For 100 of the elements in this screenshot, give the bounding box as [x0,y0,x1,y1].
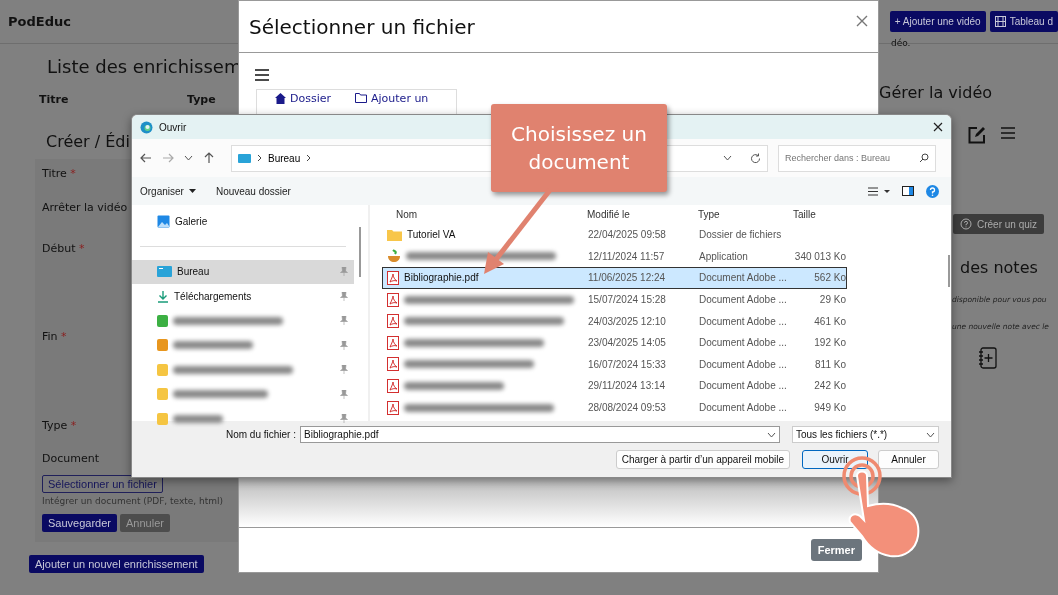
pin-icon[interactable] [340,414,348,424]
table-cell-text: 12/11/2024 11:57 [587,250,666,262]
column-header[interactable]: Taille [789,209,849,220]
organize-menu[interactable]: Organiser [140,185,196,197]
table-cell-text: 11/06/2025 12:24 [587,272,667,284]
menu-icon[interactable] [255,69,269,81]
column-header[interactable]: Type [694,209,789,220]
blurred-text [173,414,223,423]
table-cell-text: 15/07/2024 15:28 [587,294,667,306]
file-name: Bibliographie.pdf [404,272,479,284]
pdf-icon [387,335,399,350]
refresh-icon[interactable] [750,152,761,164]
file-type-dropdown[interactable]: Tous les fichiers (*.*) [792,426,939,443]
chevron-down-icon[interactable] [184,155,193,161]
pdf-icon [387,292,399,307]
help-text: Intégrer un document (PDF, texte, html) [42,496,225,506]
pdf-icon [387,271,399,285]
menu-icon[interactable] [1000,126,1016,140]
file-row[interactable]: 24/03/2025 12:10 Document Adobe ... 461 Ko [382,310,847,332]
table-cell-text: Document Adobe ... [698,337,788,349]
chevron-down-icon[interactable] [767,431,776,438]
select-file-button[interactable]: Sélectionner un fichier [42,475,163,493]
search-field[interactable]: Rechercher dans : Bureau [785,148,915,168]
navigation-item[interactable]: Bureau [132,259,354,284]
text-fragment: déo. [891,38,912,48]
create-quiz-button[interactable]: Créer un quiz [953,214,1045,234]
file-row[interactable]: 16/07/2024 15:33 Document Adobe ... 811 Ko [382,353,847,376]
field-label: Nom du fichier : [225,429,296,440]
table-cell-text: 28/08/2024 09:53 [587,402,667,414]
table-cell-text: 242 Ko [813,380,846,392]
pdf-icon [387,400,399,415]
table-cell-text: Document Adobe ... [698,315,788,327]
preview-pane-icon[interactable] [902,186,914,196]
add-enrichment-button[interactable]: Ajouter un nouvel enrichissement [29,555,204,573]
view-options-icon[interactable] [868,186,890,196]
instruction-callout: Choisissez un document [491,104,667,192]
up-icon[interactable] [203,152,215,164]
chevron-down-icon[interactable] [723,155,732,161]
table-cell-text: 24/03/2025 12:10 [587,315,667,327]
edit-icon[interactable] [968,126,986,144]
file-row[interactable]: 12/11/2024 11:57 Application 340 013 Ko [382,245,847,268]
table-cell-text: 22/04/2025 09:58 [587,229,667,241]
upload-from-mobile-button[interactable]: Charger à partir d’un appareil mobile [615,450,790,469]
close-button[interactable]: Fermer [810,539,862,561]
table-cell-text: 562 Ko [813,272,846,284]
pin-icon[interactable] [340,291,348,301]
file-name-field[interactable]: Bibliographie.pdf [300,426,780,443]
desktop-icon [157,266,172,278]
add-note-icon[interactable] [979,347,997,369]
add-video-button[interactable]: + Ajouter une vidéo [889,11,986,32]
field-label: Type * [42,419,77,432]
pdf-icon [387,314,399,329]
back-icon[interactable] [140,152,152,164]
file-row[interactable]: Tutoriel VA 22/04/2025 09:58 Dossier de fichiers [382,224,847,246]
field-label: Document [42,452,99,465]
new-folder-button[interactable]: Nouveau dossier [215,185,291,197]
navigation-item[interactable]: Téléchargements [132,284,354,309]
table-cell-text: Document Adobe ... [698,380,788,392]
pin-icon[interactable] [340,267,348,277]
pin-icon[interactable] [340,365,348,375]
column-header[interactable]: Modifié le [583,209,694,220]
dashboard-button[interactable]: Tableau d [989,11,1058,32]
scrollbar-thumb[interactable] [359,227,361,277]
file-row[interactable]: 23/04/2025 14:05 Document Adobe ... 192 Ko [382,331,847,354]
save-button[interactable]: Sauvegarder [42,514,117,532]
manage-video-heading: Gérer la vidéo [879,83,993,102]
chevron-right-icon [257,154,262,162]
table-cell-text: Document Adobe ... [698,294,788,306]
breadcrumb[interactable]: Bureau [268,152,301,164]
section-heading: Liste des enrichissem [47,56,238,77]
table-cell-text: Document Adobe ... [698,402,788,414]
pin-icon[interactable] [340,389,348,399]
pin-icon[interactable] [340,340,348,350]
form-heading: Créer / Édi [46,132,131,151]
help-icon[interactable] [926,184,939,198]
modal-tab[interactable]: Dossier [275,91,331,105]
question-icon [960,218,972,230]
scrollbar-thumb[interactable] [948,255,950,287]
file-row[interactable]: Bibliographie.pdf 11/06/2025 12:24 Document Adobe ... 562 Ko [382,267,847,289]
pin-icon[interactable] [340,316,348,326]
field-label: Fin * [42,330,67,343]
notes-heading: des notes [960,258,1039,277]
modal-tab[interactable]: Ajouter un [355,91,429,105]
file-row[interactable]: 15/07/2024 15:28 Document Adobe ... 29 Ko [382,288,847,311]
cancel-button[interactable]: Annuler [878,450,939,469]
folder-icon [387,228,402,241]
pdf-icon [387,378,399,393]
brand-name[interactable]: PodEduc [8,14,71,29]
dialog-title: Ouvrir [159,121,187,133]
search-box[interactable]: Rechercher dans : Bureau [778,144,936,172]
table-cell-text: 29/11/2024 13:14 [587,380,667,392]
forward-icon[interactable] [162,152,174,164]
navigation-item[interactable]: Galerie [132,209,354,234]
file-row[interactable]: 28/08/2024 09:53 Document Adobe ... 949 Ko [382,396,847,419]
chevron-down-icon [926,431,935,438]
table-cell-text: 340 013 Ko [793,250,846,262]
file-row[interactable]: 29/11/2024 13:14 Document Adobe ... 242 Ko [382,375,847,397]
column-header: Type [187,93,216,106]
table-cell-text: Dossier de fichiers [698,229,783,241]
column-header[interactable]: Nom [370,209,583,220]
